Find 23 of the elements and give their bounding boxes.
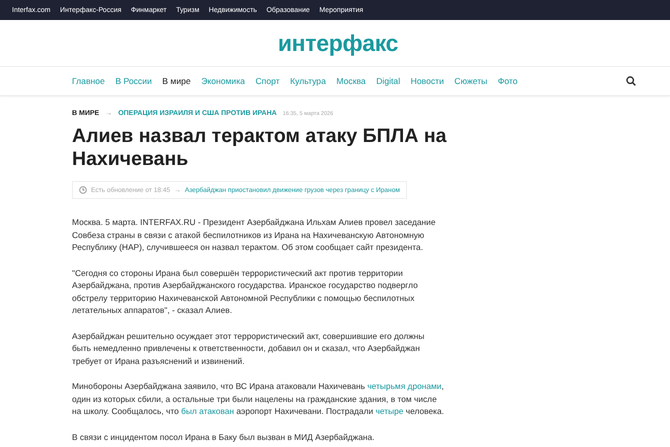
nav-tab[interactable]: Культура [290,76,326,86]
article-paragraph: Азербайджан решительно осуждает этот террористический акт, совершившие его должны быть немедленно привлечены к ответственности, добавил он и сказал, что Азербайджан требует от Ирана разъяснений и извинений. [72,330,426,367]
article-headline: Алиев назвал терактом атаку БПЛА на Нахичевань [72,125,448,171]
nav-tab[interactable]: Москва [336,76,366,86]
nav-tab[interactable]: Экономика [201,76,245,86]
nav-tab[interactable]: Новости [410,76,444,86]
nav-tab[interactable]: Digital [376,76,400,86]
article-paragraph: Москва. 5 марта. INTERFAX.RU - Президент Азербайджана Ильхам Алиев провел заседание Совбеза страны в связи с атакой беспилотников из Ирана на Нахичеванскую Автономную Республику (НАР), случившееся он назвал терактом. Об этом сообщает сайт президента. [72,216,436,254]
article-link[interactable]: был атакован [181,406,234,416]
article-link[interactable]: четыре [375,406,404,416]
nav-tab[interactable]: Сюжеты [454,76,488,86]
article-link[interactable]: четырьмя дронами [367,381,442,391]
article-paragraph: Минобороны Азербайджана заявило, что ВС Ирана атаковали Нахичевань четырьмя дронами, один из которых сбили, а остальные три были нацелены на гражданские здания, в том числе на школу. Сообщалось, что был атакован аэропорт Нахичевани. Пострадали четыре человека. [72,380,444,418]
article-paragraph: "Сегодня со стороны Ирана был совершён террористический акт против территории Азербайджана, против Азербайджанского государства. Иранское государство подвергло обстрелу территорию Нахичеванской Автономной Республики с помощью беспилотных летательных аппаратов", - сказал Алиев. [72,266,419,316]
nav-tab[interactable]: Главное [72,76,105,86]
nav-tab[interactable]: В мире [162,76,191,86]
article-paragraph: В связи с инцидентом посол Ирана в Баку был вызван в МИД Азербайджана. [72,430,376,443]
nav-tab[interactable]: Фото [498,76,518,86]
site-logo[interactable]: интерфакс [278,30,398,56]
search-icon[interactable] [626,76,636,86]
clock-icon [79,186,87,194]
nav-tab[interactable]: Спорт [255,76,280,86]
nav-tab[interactable]: В России [115,76,152,86]
